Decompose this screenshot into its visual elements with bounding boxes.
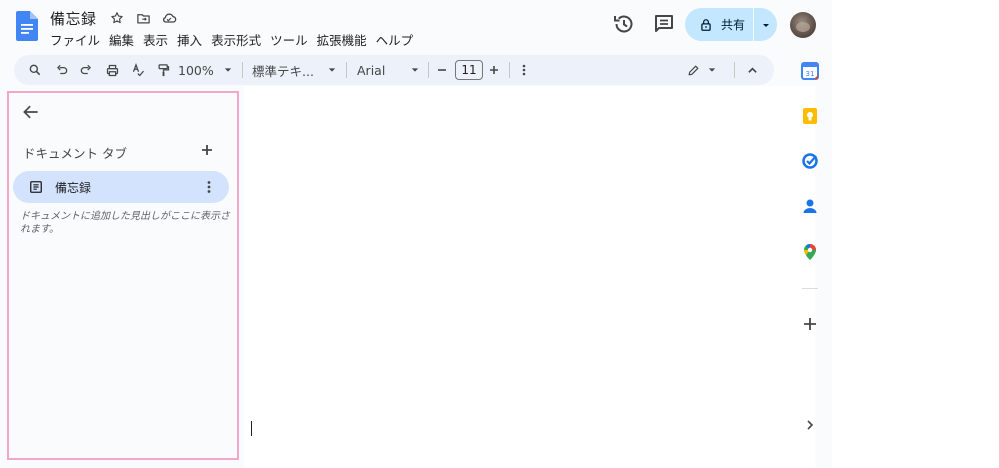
menu-insert[interactable]: 挿入 (177, 29, 206, 51)
more-options-button[interactable] (515, 55, 533, 85)
minus-icon (438, 69, 446, 71)
menu-help[interactable]: ヘルプ (376, 29, 418, 51)
editing-mode-button[interactable] (684, 55, 718, 85)
chevron-down-icon (708, 68, 715, 72)
comment-icon[interactable] (652, 12, 676, 36)
font-value: Arial (357, 62, 386, 78)
lock-icon (701, 18, 711, 31)
undo-button[interactable] (51, 55, 73, 85)
style-select[interactable]: 標準テキ... (252, 55, 336, 85)
chevron-down-icon (411, 68, 419, 72)
search-icon (29, 64, 41, 76)
share-main-button[interactable]: 共有 (685, 8, 753, 41)
tasks-icon[interactable] (801, 152, 819, 170)
paint-format-icon (158, 63, 169, 76)
menu-view[interactable]: 表示 (143, 29, 172, 51)
document-tab-item[interactable]: 備忘録 (13, 171, 229, 203)
document-tab-label: 備忘録 (55, 181, 92, 195)
contacts-icon[interactable] (801, 197, 819, 215)
formatting-toolbar: 100% 標準テキ... Arial 11 (14, 55, 774, 85)
keep-icon[interactable] (801, 107, 819, 125)
docs-logo-icon[interactable] (16, 11, 38, 41)
app-header: 備忘録 ファイル 編集 表示 挿入 表示形式 ツール 拡張機能 ヘルプ 共有 (0, 0, 832, 52)
more-vert-icon[interactable] (201, 179, 217, 195)
share-dropdown[interactable] (754, 8, 777, 41)
chevron-up-icon (747, 66, 757, 73)
font-size-input[interactable]: 11 (455, 60, 483, 80)
toolbar-divider (509, 62, 510, 78)
add-tab-icon[interactable] (199, 142, 215, 158)
zoom-value: 100% (178, 62, 214, 78)
spellcheck-button[interactable] (127, 55, 149, 85)
menu-edit[interactable]: 編集 (109, 29, 138, 51)
maps-icon[interactable] (801, 243, 819, 261)
side-panel: 31 (790, 52, 830, 468)
add-icon[interactable] (801, 315, 819, 333)
toolbar-divider (346, 62, 347, 78)
title-actions (108, 9, 178, 27)
menu-file[interactable]: ファイル (50, 29, 104, 51)
hide-menus-button[interactable] (742, 55, 762, 85)
search-menus-button[interactable] (24, 55, 46, 85)
document-title[interactable]: 備忘録 (50, 8, 97, 29)
headings-hint: ドキュメントに追加した見出しがここに表示されます。 (20, 211, 230, 235)
undo-icon (57, 64, 68, 75)
chevron-down-icon (762, 23, 769, 27)
menu-extensions[interactable]: 拡張機能 (317, 29, 371, 51)
side-panel-divider (802, 288, 818, 289)
decrease-font-size-button[interactable] (434, 55, 450, 85)
docs-app: 備忘録 ファイル 編集 表示 挿入 表示形式 ツール 拡張機能 ヘルプ 共有 1… (0, 0, 832, 468)
spellcheck-icon (132, 62, 144, 76)
style-value: 標準テキ... (252, 63, 314, 79)
move-folder-icon[interactable] (134, 9, 152, 27)
menu-bar: ファイル 編集 表示 挿入 表示形式 ツール 拡張機能 ヘルプ (50, 29, 422, 51)
share-button[interactable]: 共有 (685, 8, 777, 41)
paint-format-button[interactable] (152, 55, 174, 85)
chevron-right-icon[interactable] (801, 416, 819, 434)
toolbar-divider (242, 62, 243, 78)
avatar[interactable] (790, 12, 816, 38)
svg-text:31: 31 (806, 70, 815, 78)
print-button[interactable] (101, 55, 123, 85)
zoom-select[interactable]: 100% (178, 55, 234, 85)
chevron-down-icon (328, 68, 336, 72)
star-icon[interactable] (108, 9, 126, 27)
toolbar-divider (428, 62, 429, 78)
menu-tools[interactable]: ツール (270, 29, 312, 51)
document-canvas[interactable] (244, 86, 815, 468)
back-arrow-icon[interactable] (21, 102, 41, 122)
menu-format[interactable]: 表示形式 (211, 29, 265, 51)
history-icon[interactable] (612, 12, 636, 36)
chevron-down-icon (224, 68, 231, 72)
cloud-icon[interactable] (160, 9, 178, 27)
font-select[interactable]: Arial (357, 55, 419, 85)
redo-button[interactable] (75, 55, 97, 85)
print-icon (106, 64, 118, 76)
document-tabs-sidebar: ドキュメント タブ 備忘録 ドキュメントに追加した見出しがここに表示されます。 (7, 91, 239, 460)
text-cursor (251, 421, 252, 436)
plus-icon (490, 66, 498, 74)
document-tab-icon (30, 181, 42, 193)
increase-font-size-button[interactable] (486, 55, 502, 85)
redo-icon (80, 64, 91, 75)
document-tabs-heading: ドキュメント タブ (23, 146, 127, 161)
toolbar-divider (734, 62, 735, 78)
edit-pencil-icon (688, 65, 698, 75)
share-label: 共有 (721, 18, 746, 32)
more-vert-icon (522, 64, 526, 76)
calendar-icon[interactable]: 31 (801, 62, 819, 80)
